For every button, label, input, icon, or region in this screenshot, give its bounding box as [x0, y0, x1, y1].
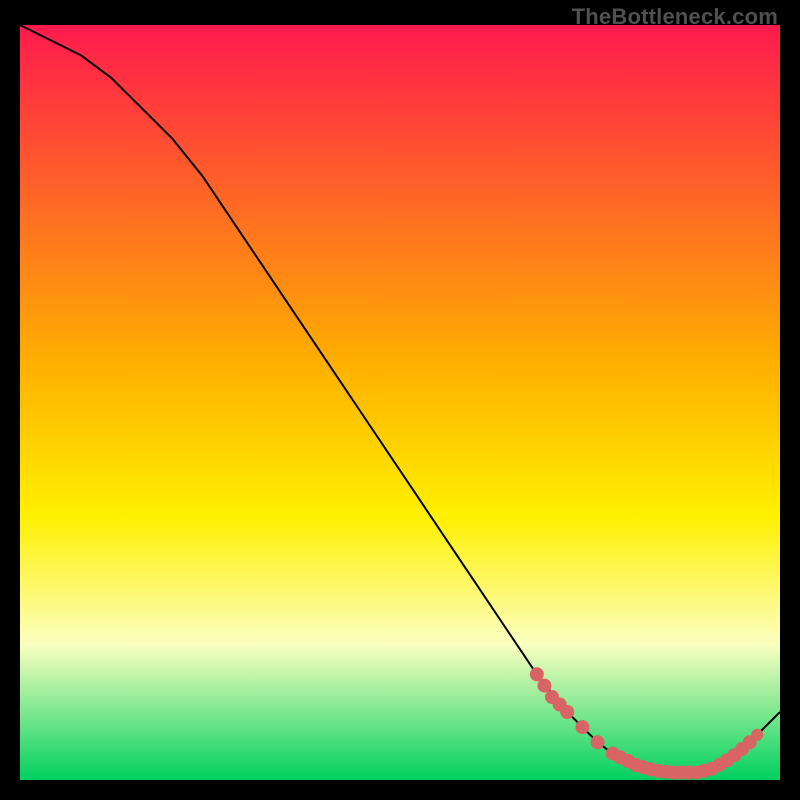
curve-dot	[575, 720, 589, 734]
chart-svg	[20, 25, 780, 780]
curve-dot	[751, 729, 763, 741]
curve-dot	[591, 735, 605, 749]
plot-area	[20, 25, 780, 780]
gradient-background	[20, 25, 780, 780]
chart-container: TheBottleneck.com	[0, 0, 800, 800]
curve-dot	[560, 705, 574, 719]
curve-dot	[537, 679, 551, 693]
